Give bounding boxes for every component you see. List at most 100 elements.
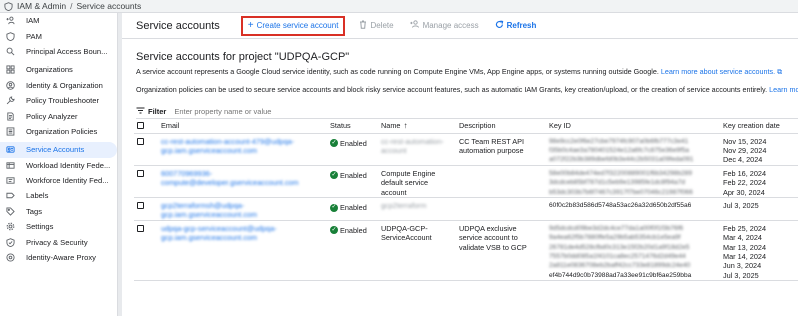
sidebar-item-label: Workload Identity Fede... [26,160,111,170]
row-checkbox[interactable] [137,169,144,177]
email-link[interactable]: gcp.iam.gserviceaccount.com [161,146,324,155]
key-creation-date: Apr 30, 2024 [723,187,765,197]
description-text: A service account represents a Google Cl… [136,67,659,76]
status-badge: ✓ Enabled [330,171,367,180]
description-cell: CC Team REST API automation purpose [456,133,546,166]
sidebar-item-iam[interactable]: IAM [0,13,117,28]
refresh-button[interactable]: Refresh [495,20,536,32]
account-description: UDPQA exclusive [459,223,517,233]
row-checkbox[interactable] [137,137,144,145]
column-header-description[interactable]: Description [456,119,546,134]
check-circle-icon: ✓ [330,171,338,180]
key-creation-date: Mar 4, 2024 [723,233,762,243]
sidebar-item-label: Identity & Organization [26,80,103,90]
sidebar-item-tags[interactable]: Tags [0,204,117,219]
status-text: Enabled [340,138,367,148]
row-select-cell [134,220,158,282]
column-header-status[interactable]: Status [327,119,378,134]
name-cell: UDPQA-GCP- ServiceAccount [378,220,456,282]
table-row[interactable]: cc-rest-automation-account-479@udpqa-gcp… [134,133,798,166]
key-creation-date: Jul 3, 2025 [723,270,759,280]
table-row[interactable]: udpqa-gcp-serviceaccount@udpqa-gcp.iam.g… [134,220,798,282]
delete-button[interactable]: Delete [359,20,394,32]
key-creation-date: Jun 3, 2024 [723,261,762,271]
org-policy-text: Organization policies can be used to sec… [136,85,768,94]
key-id: 98e9cc2e0f6e27cbe7974fc907a0b6fb777c3e41 [549,137,689,145]
sidebar-item-label: Tags [26,206,43,216]
key-id: 7557b0dd085a1f4101ca8ec2571476d2d49e44 [549,252,686,260]
manage-access-button[interactable]: Manage access [409,20,479,31]
page-title: Service accounts [136,19,220,32]
sidebar-item-settings[interactable]: Settings [0,219,117,234]
account-description: CC Team REST API [459,136,525,146]
account-description: automation purpose [459,145,524,155]
sidebar-item-workload-identity-federation[interactable]: Workload Identity Fede... [0,158,117,173]
sidebar-item-policy-troubleshooter[interactable]: Policy Troubleshooter [0,93,117,108]
sidebar-item-identity-aware-proxy[interactable]: Identity-Aware Proxy [0,250,117,265]
create-service-account-button[interactable]: + Create service account [240,15,346,36]
email-link[interactable]: compute@developer.gserviceaccount.com [161,178,324,187]
table-row[interactable]: gcp2terraformsh@udpqa-gcp.iam.gserviceac… [134,197,798,221]
row-select-cell [134,165,158,198]
filter-input[interactable] [174,106,375,116]
row-select-cell [134,197,158,221]
email-link[interactable]: gcp2terraformsh@udpqa- [161,201,324,210]
sidebar-item-workforce-identity-federation[interactable]: Workforce Identity Fed... [0,173,117,188]
search-icon [6,47,15,56]
key-date-cell: Feb 16, 2024 Feb 22, 2024 Apr 30, 2024 [720,165,798,198]
org-policy-learn-more-link[interactable]: Learn mo [769,85,798,94]
column-header-name[interactable]: Name ↑ [378,119,456,134]
sidebar-item-labels[interactable]: Labels [0,188,117,203]
sidebar-item-service-accounts[interactable]: Service Accounts [0,142,117,158]
document-search-icon [6,111,15,121]
grid-icon [6,65,15,74]
status-text: Enabled [340,202,367,212]
sidebar-item-label: Workforce Identity Fed... [26,176,109,186]
select-all-checkbox[interactable] [137,121,144,129]
key-creation-date: Feb 25, 2024 [723,223,767,233]
email-link[interactable]: gcp.iam.gserviceaccount.com [161,233,324,242]
email-link[interactable]: 600770969936- [161,169,324,178]
sidebar-item-label: IAM [26,16,40,26]
email-link[interactable]: cc-rest-automation-account-479@udpqa- [161,137,324,146]
sidebar-item-pam[interactable]: PAM [0,28,117,43]
shield-icon [6,31,15,41]
main-content: Service accounts + Create service accoun… [122,13,798,316]
person-add-icon [409,20,420,31]
sidebar-item-organizations[interactable]: Organizations [0,62,117,77]
account-name: cc-rest-automation- [381,136,444,146]
row-checkbox[interactable] [137,224,144,232]
status-badge: ✓ Enabled [330,203,367,212]
breadcrumb-separator: / [70,1,73,11]
key-id: 58e00b84de474ed7f32200889001f6b34298b289 [549,169,693,177]
sidebar-item-identity-organization[interactable]: Identity & Organization [0,78,117,93]
learn-more-link[interactable]: Learn more about service accounts. [661,67,775,76]
email-cell: 600770969936- compute@developer.gservicea… [158,165,327,198]
label-icon [6,191,15,200]
service-accounts-table: Email Status Name ↑ Description Key ID Ke… [134,119,798,282]
sidebar-item-privacy-security[interactable]: Privacy & Security [0,234,117,249]
sidebar-item-label: Identity-Aware Proxy [26,253,96,263]
breadcrumb-section[interactable]: IAM & Admin [17,1,66,11]
sidebar-item-organization-policies[interactable]: Organization Policies [0,124,117,139]
account-description: service account to [459,233,518,243]
sidebar-item-principal-access-boundary[interactable]: Principal Access Boun... [0,44,117,59]
plus-icon: + [247,19,254,31]
column-header-key-id[interactable]: Key ID [546,119,720,134]
section-heading: Service accounts for project "UDPQA-GCP" [136,51,350,63]
column-header-email[interactable]: Email [158,119,327,134]
description-cell: UDPQA exclusive service account to validat… [456,220,546,282]
check-circle-icon: ✓ [330,226,338,235]
sidebar-item-policy-analyzer[interactable]: Policy Analyzer [0,108,117,123]
table-row[interactable]: 600770969936- compute@developer.gservicea… [134,165,798,198]
key-creation-date: Nov 15, 2024 [723,136,767,146]
row-checkbox[interactable] [137,201,144,209]
column-header-key-creation-date[interactable]: Key creation date [720,119,798,134]
breadcrumb: IAM & Admin / Service accounts [0,0,798,13]
action-toolbar: Service accounts + Create service accoun… [122,13,798,39]
email-link[interactable]: gcp.iam.gserviceaccount.com [161,210,324,219]
key-id: 3dcdceb85bf787d1c5eb9e13985fe1dc8f94a7d [549,179,686,187]
email-link[interactable]: udpqa-gcp-serviceaccount@udpqa- [161,224,324,233]
shield-icon [4,1,13,11]
wrench-icon [6,96,15,105]
